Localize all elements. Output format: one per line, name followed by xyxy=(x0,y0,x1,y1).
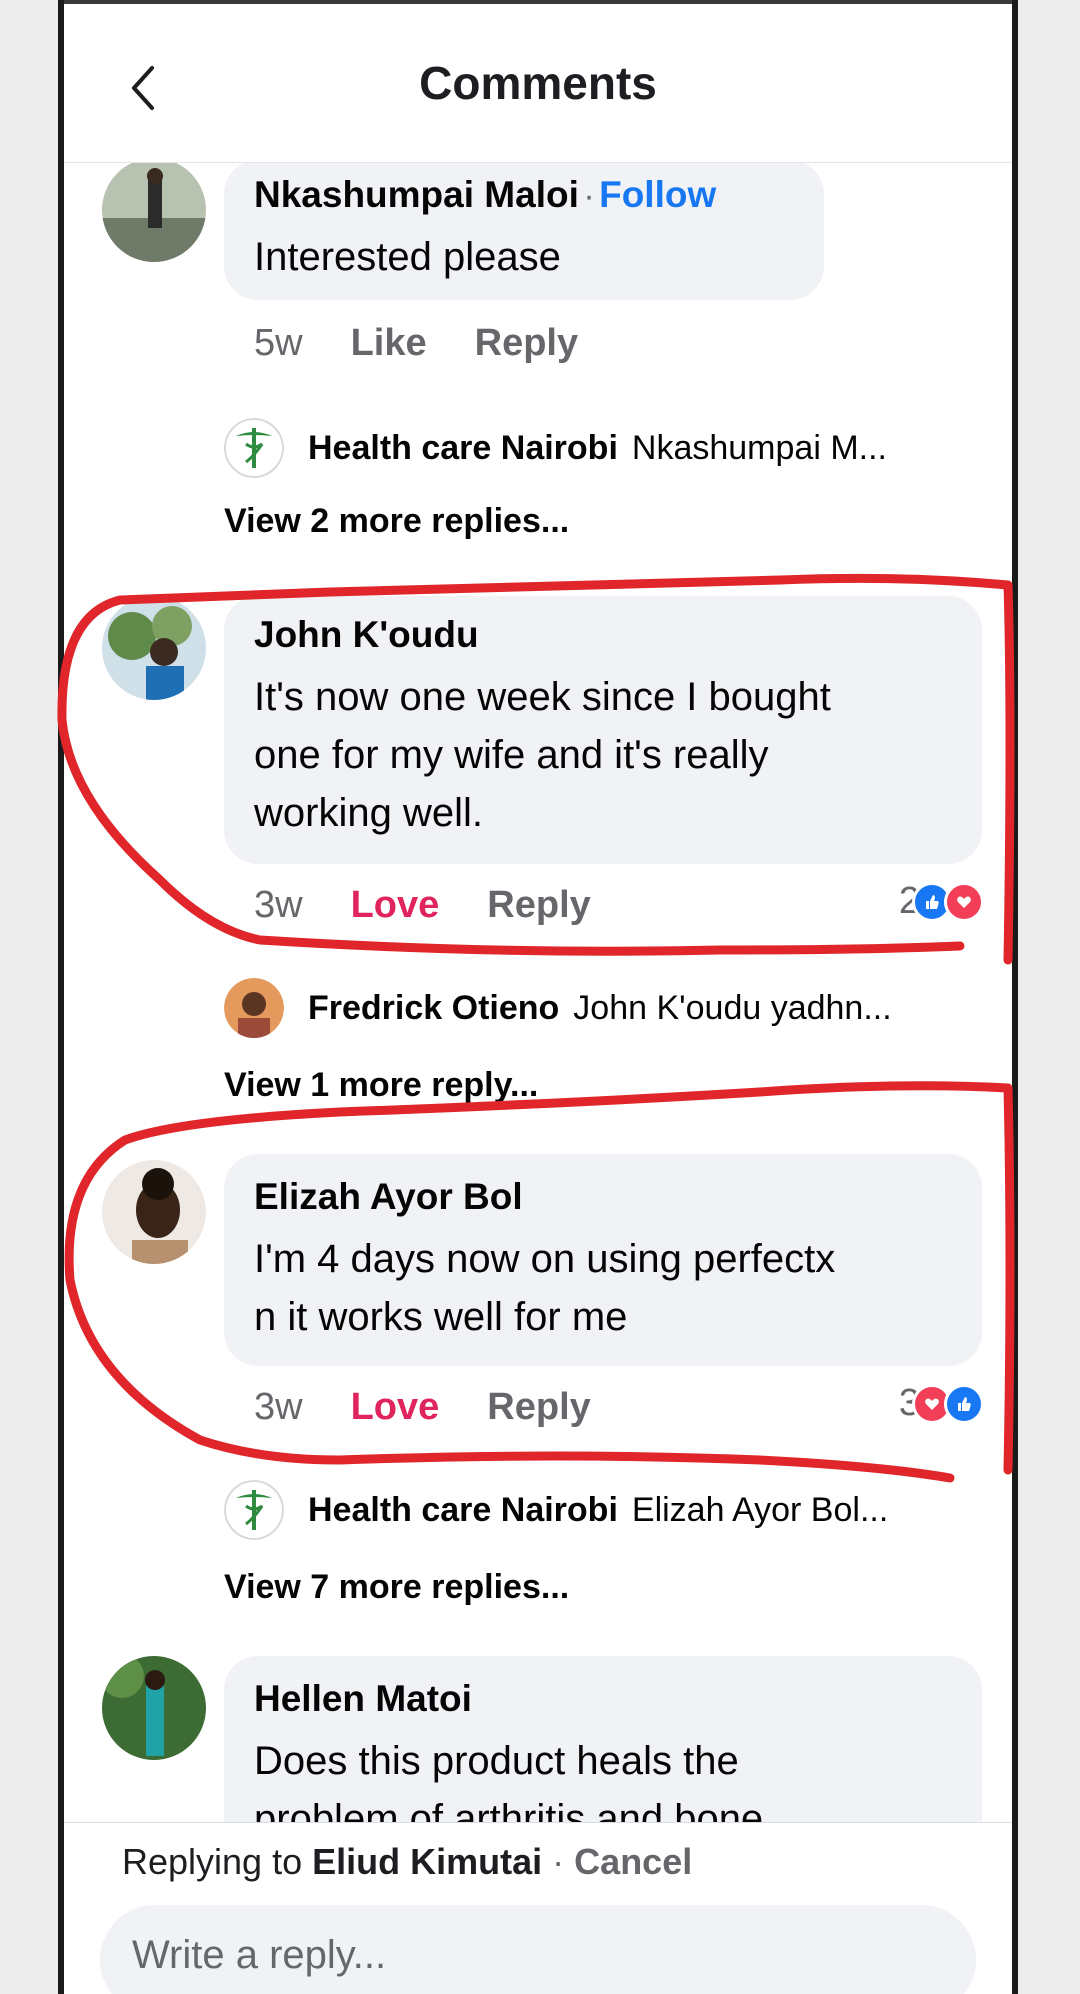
comment-time: 3w xyxy=(254,1386,303,1428)
reaction-summary[interactable]: 2 xyxy=(899,880,984,923)
avatar[interactable] xyxy=(102,158,206,262)
replying-to-bar: Replying to Eliud Kimutai · Cancel xyxy=(122,1841,692,1883)
avatar[interactable] xyxy=(102,1656,206,1760)
avatar[interactable] xyxy=(102,596,206,700)
reply-preview[interactable]: Fredrick Otieno John K'oudu yadhn... xyxy=(224,978,892,1038)
comment-bubble: John K'oudu It's now one week since I bo… xyxy=(224,596,982,864)
commenter-name[interactable]: Elizah Ayor Bol xyxy=(254,1176,523,1218)
page-logo-avatar xyxy=(224,1480,284,1540)
view-more-replies[interactable]: View 7 more replies... xyxy=(224,1568,569,1607)
follow-link[interactable]: Follow xyxy=(599,174,716,215)
comment-text-line: one for my wife and it's really xyxy=(254,733,769,777)
comment-time: 3w xyxy=(254,884,303,926)
comment-bubble: Elizah Ayor Bol I'm 4 days now on using … xyxy=(224,1154,982,1366)
phone-screen: Comments Nkashumpai Maloi · Follow Inter… xyxy=(58,0,1018,1994)
avatar xyxy=(224,978,284,1038)
view-more-replies[interactable]: View 2 more replies... xyxy=(224,502,569,541)
avatar[interactable] xyxy=(102,1160,206,1264)
reply-author: Fredrick Otieno xyxy=(308,988,560,1027)
comment-text-line: I'm 4 days now on using perfectx xyxy=(254,1237,836,1281)
comment-text-line: Does this product heals the xyxy=(254,1739,739,1783)
reaction-summary[interactable]: 3 xyxy=(899,1382,984,1425)
reply-preview[interactable]: Health care Nairobi Nkashumpai M... xyxy=(224,418,887,478)
separator: · xyxy=(583,177,595,215)
love-button[interactable]: Love xyxy=(351,884,440,926)
page-logo-avatar xyxy=(224,418,284,478)
comment-text: Interested please xyxy=(254,235,561,279)
comment-text-line: It's now one week since I bought xyxy=(254,675,831,719)
reply-snippet: Elizah Ayor Bol... xyxy=(631,1490,889,1529)
comment-actions: 5w Like Reply xyxy=(254,322,626,365)
reply-button[interactable]: Reply xyxy=(487,1386,590,1428)
reply-input[interactable]: Write a reply... xyxy=(100,1905,976,1994)
replying-prefix: Replying to xyxy=(122,1841,303,1882)
reply-snippet: John K'oudu yadhn... xyxy=(573,988,892,1027)
reply-composer: Replying to Eliud Kimutai · Cancel Write… xyxy=(64,1822,1012,1994)
commenter-name[interactable]: Nkashumpai Maloi xyxy=(254,174,579,215)
comment-text-line: working well. xyxy=(254,791,483,835)
love-reaction-icon xyxy=(944,881,984,922)
like-button[interactable]: Like xyxy=(351,322,427,364)
comment-bubble: Nkashumpai Maloi · Follow Interested ple… xyxy=(224,160,824,300)
header: Comments xyxy=(64,4,1012,163)
page-title: Comments xyxy=(419,57,657,109)
separator: · xyxy=(552,1841,565,1882)
reply-button[interactable]: Reply xyxy=(475,322,578,364)
reply-preview[interactable]: Health care Nairobi Elizah Ayor Bol... xyxy=(224,1480,888,1540)
comment-text-line: n it works well for me xyxy=(254,1295,628,1339)
reply-author: Health care Nairobi xyxy=(308,428,618,467)
cancel-button[interactable]: Cancel xyxy=(574,1841,692,1882)
reply-button[interactable]: Reply xyxy=(487,884,590,926)
view-more-replies[interactable]: View 1 more reply... xyxy=(224,1066,538,1105)
comment-time: 5w xyxy=(254,322,303,364)
reply-author: Health care Nairobi xyxy=(308,1490,618,1529)
comment-actions: 3w Love Reply xyxy=(254,884,639,927)
comment-actions: 3w Love Reply xyxy=(254,1386,639,1429)
commenter-name[interactable]: John K'oudu xyxy=(254,614,479,656)
reply-snippet: Nkashumpai M... xyxy=(631,428,887,467)
commenter-name[interactable]: Hellen Matoi xyxy=(254,1678,472,1720)
like-reaction-icon xyxy=(944,1383,984,1424)
replying-name: Eliud Kimutai xyxy=(312,1841,543,1882)
love-button[interactable]: Love xyxy=(351,1386,440,1428)
